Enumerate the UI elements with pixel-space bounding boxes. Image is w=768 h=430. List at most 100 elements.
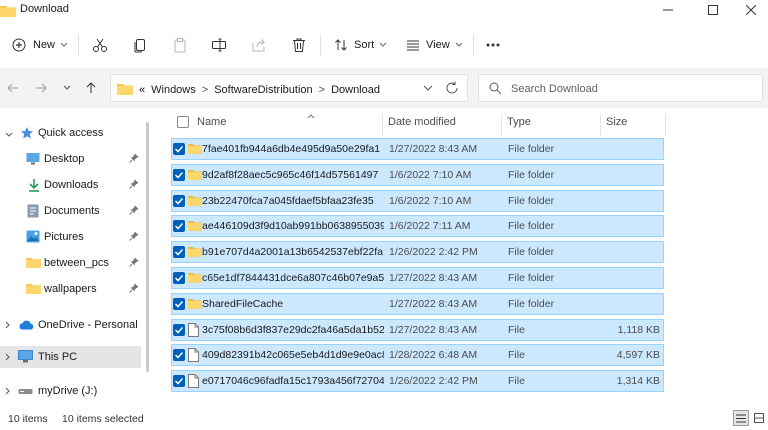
sidebar-item-downloads[interactable]: Downloads bbox=[0, 174, 141, 196]
view-button[interactable]: View bbox=[406, 34, 463, 56]
file-row[interactable]: 23b22470fca7a045fdaef5bfaa23fe35 1/6/2022… bbox=[171, 189, 664, 212]
column-header-name[interactable]: Name bbox=[197, 114, 315, 136]
sidebar-item-wallpapers[interactable]: wallpapers bbox=[0, 278, 141, 300]
sort-label: Sort bbox=[354, 39, 375, 51]
item-count: 10 items bbox=[8, 413, 48, 425]
status-bar: 10 items 10 items selected bbox=[0, 406, 768, 430]
refresh-button[interactable] bbox=[445, 81, 459, 98]
sidebar-item-quick-access[interactable]: Quick access bbox=[0, 122, 141, 144]
breadcrumb-separator[interactable]: > bbox=[319, 84, 325, 96]
chevron-right-icon[interactable] bbox=[5, 320, 11, 332]
row-checkbox[interactable] bbox=[173, 272, 185, 284]
sidebar-item-between-pcs[interactable]: between_pcs bbox=[0, 252, 141, 274]
new-button[interactable]: New bbox=[12, 34, 68, 56]
file-type: File bbox=[508, 375, 525, 388]
pin-icon[interactable] bbox=[129, 257, 139, 270]
column-header-size[interactable]: Size bbox=[606, 116, 627, 136]
more-options-button[interactable] bbox=[486, 34, 500, 56]
sidebar-item-label: Documents bbox=[44, 205, 100, 217]
column-divider[interactable] bbox=[501, 114, 502, 136]
file-row[interactable]: c65e1df7844431dce6a807c46b07e9a5 1/27/202… bbox=[171, 267, 664, 289]
recent-locations-button[interactable] bbox=[58, 80, 76, 96]
row-checkbox[interactable] bbox=[173, 297, 185, 310]
scissors-icon bbox=[93, 38, 107, 52]
file-icon bbox=[188, 374, 199, 391]
file-date: 1/27/2022 8:43 AM bbox=[389, 272, 478, 284]
file-row[interactable]: b91e707d4a2001a13b6542537ebf22fa 1/26/202… bbox=[171, 241, 664, 264]
pin-icon[interactable] bbox=[129, 283, 139, 296]
file-name: c65e1df7844431dce6a807c46b07e9a5 bbox=[202, 272, 384, 284]
maximize-button[interactable] bbox=[693, 0, 733, 20]
cut-button[interactable] bbox=[92, 34, 108, 56]
address-bar[interactable]: « Windows > SoftwareDistribution > Downl… bbox=[110, 74, 468, 102]
pin-icon[interactable] bbox=[129, 231, 139, 244]
sidebar-item-label: between_pcs bbox=[44, 257, 109, 269]
paste-button[interactable] bbox=[172, 34, 188, 56]
chevron-right-icon[interactable] bbox=[5, 386, 11, 398]
sidebar-item-desktop[interactable]: Desktop bbox=[0, 148, 141, 170]
pin-icon[interactable] bbox=[129, 153, 139, 166]
column-header-type[interactable]: Type bbox=[507, 116, 531, 136]
breadcrumb-overflow[interactable]: « bbox=[139, 84, 145, 96]
folder-icon bbox=[188, 219, 202, 234]
column-divider[interactable] bbox=[600, 114, 601, 136]
sidebar-item-mydrive[interactable]: myDrive (J:) bbox=[0, 380, 141, 402]
breadcrumb-item-windows[interactable]: Windows bbox=[151, 84, 196, 96]
row-checkbox[interactable] bbox=[173, 194, 185, 207]
row-checkbox[interactable] bbox=[173, 246, 185, 259]
chevron-down-icon[interactable] bbox=[5, 129, 13, 141]
chevron-right-icon[interactable] bbox=[5, 352, 11, 364]
picture-icon bbox=[26, 230, 40, 246]
sidebar-item-documents[interactable]: Documents bbox=[0, 200, 141, 222]
search-box[interactable] bbox=[478, 74, 763, 102]
sort-icon bbox=[335, 39, 347, 51]
up-button[interactable] bbox=[82, 80, 100, 96]
pin-icon[interactable] bbox=[129, 205, 139, 218]
sidebar-item-pictures[interactable]: Pictures bbox=[0, 226, 141, 248]
copy-button[interactable] bbox=[132, 34, 148, 56]
row-checkbox[interactable] bbox=[173, 143, 185, 155]
sort-button[interactable]: Sort bbox=[334, 34, 387, 56]
forward-button[interactable] bbox=[32, 80, 50, 96]
copy-icon bbox=[134, 39, 145, 53]
file-row[interactable]: 7fae401fb944a6db4e495d9a50e29fa1 1/27/202… bbox=[171, 138, 664, 160]
details-view-button[interactable] bbox=[733, 410, 749, 426]
column-header-date[interactable]: Date modified bbox=[388, 116, 456, 136]
select-all-checkbox[interactable] bbox=[177, 116, 189, 128]
search-input[interactable] bbox=[511, 81, 751, 97]
file-row[interactable]: 3c75f08b6d3f837e29dc2fa46a5da1b52... 1/27… bbox=[171, 318, 664, 341]
column-divider[interactable] bbox=[665, 114, 666, 136]
row-checkbox[interactable] bbox=[173, 375, 185, 388]
back-button[interactable] bbox=[4, 80, 22, 96]
sidebar-item-label: Downloads bbox=[44, 179, 99, 191]
file-row[interactable]: e0717046c96fadfa15c1793a456f72704e... 1/2… bbox=[171, 370, 664, 393]
share-button[interactable] bbox=[251, 34, 267, 56]
breadcrumb-item-download[interactable]: Download bbox=[331, 84, 380, 96]
row-checkbox[interactable] bbox=[173, 323, 185, 336]
file-row[interactable]: ae446109d3f9d10ab991bb0638955039 1/6/2022… bbox=[171, 215, 664, 238]
file-icon bbox=[188, 348, 199, 365]
row-checkbox[interactable] bbox=[173, 220, 185, 233]
row-checkbox[interactable] bbox=[173, 168, 185, 181]
chevron-down-icon bbox=[63, 85, 71, 90]
file-row[interactable]: 409d82391b42c065e5eb4d1d9e9e0ac8... 1/28/… bbox=[171, 344, 664, 367]
folder-icon bbox=[188, 168, 202, 183]
rename-button[interactable] bbox=[211, 34, 227, 56]
address-dropdown-button[interactable] bbox=[423, 83, 433, 95]
pc-icon bbox=[18, 350, 33, 366]
sidebar-item-this-pc[interactable]: This PC bbox=[0, 346, 141, 368]
sidebar-item-onedrive[interactable]: OneDrive - Personal bbox=[0, 314, 141, 336]
file-type: File folder bbox=[508, 168, 555, 181]
tiles-view-button[interactable] bbox=[751, 410, 767, 426]
minimize-button[interactable] bbox=[648, 0, 688, 20]
breadcrumb-item-softwaredistribution[interactable]: SoftwareDistribution bbox=[214, 84, 312, 96]
sidebar-scrollbar[interactable] bbox=[146, 122, 149, 372]
delete-button[interactable] bbox=[291, 34, 307, 56]
breadcrumb-separator[interactable]: > bbox=[202, 84, 208, 96]
file-row[interactable]: SharedFileCache 1/27/2022 8:43 AM File fol… bbox=[171, 292, 664, 315]
close-button[interactable] bbox=[731, 0, 768, 20]
pin-icon[interactable] bbox=[129, 179, 139, 192]
row-checkbox[interactable] bbox=[173, 349, 185, 362]
column-divider[interactable] bbox=[382, 114, 383, 136]
file-row[interactable]: 9d2af8f28aec5c965c46f14d57561497 1/6/2022… bbox=[171, 163, 664, 186]
